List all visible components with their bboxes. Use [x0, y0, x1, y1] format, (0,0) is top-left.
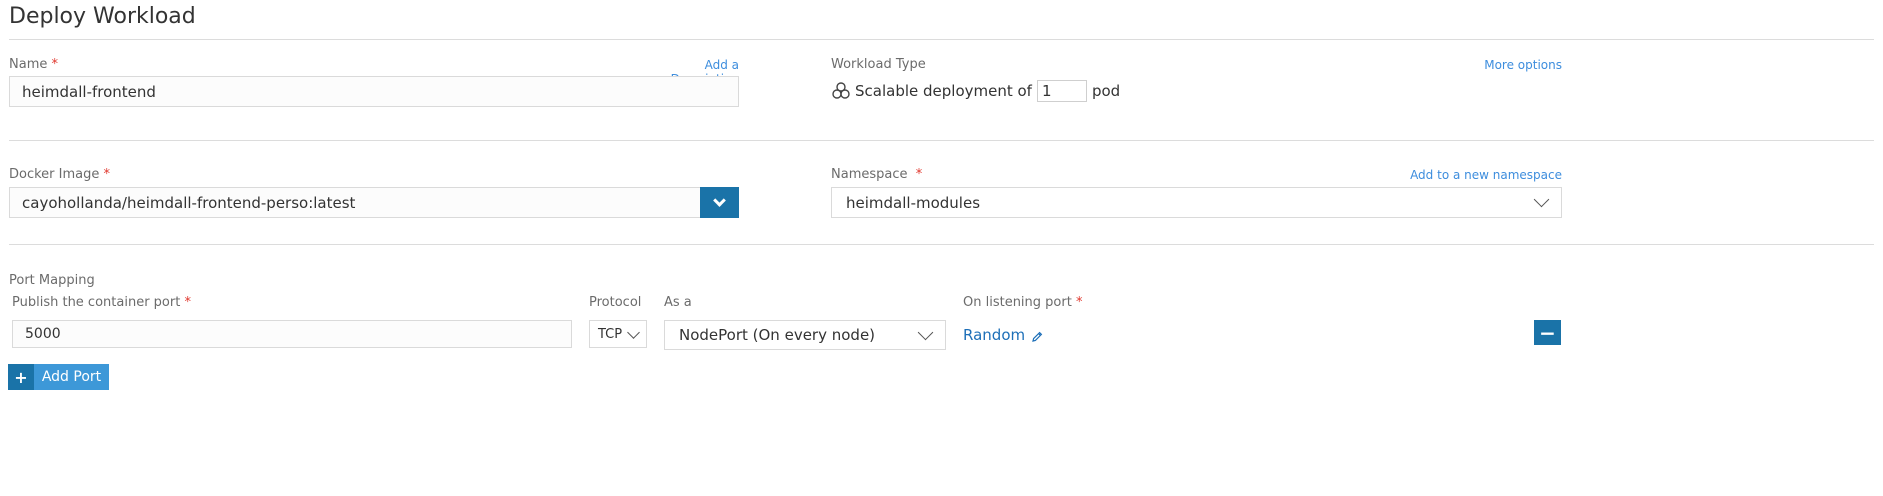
service-type-select[interactable]: NodePort (On every node)	[664, 320, 946, 350]
container-port-label: Publish the container port *	[12, 295, 191, 310]
docker-image-dropdown-button[interactable]	[700, 187, 739, 218]
workload-type-label: Workload Type	[831, 57, 926, 72]
required-mark: *	[51, 57, 59, 72]
add-namespace-link[interactable]: Add to a new namespace	[1400, 168, 1562, 182]
pod-count-input[interactable]: 1	[1036, 80, 1087, 102]
scalable-deployment-text: Scalable deployment of	[855, 82, 1032, 100]
protocol-select[interactable]: TCP	[589, 320, 647, 348]
page-title: Deploy Workload	[9, 4, 196, 29]
listening-port-label: On listening port *	[963, 295, 1083, 310]
add-port-label: Add Port	[41, 369, 102, 385]
listening-port-random[interactable]: Random	[963, 324, 1043, 346]
divider	[9, 244, 1874, 245]
pod-text: pod	[1091, 82, 1121, 100]
deployment-icon	[831, 81, 851, 101]
docker-image-label: Docker Image *	[9, 167, 111, 182]
chevron-down-icon	[917, 324, 934, 340]
port-mapping-label: Port Mapping	[9, 273, 95, 288]
namespace-label: Namespace *	[831, 167, 923, 182]
minus-icon: −	[1539, 320, 1556, 345]
name-label: Name *	[9, 57, 58, 72]
more-options-link[interactable]: More options	[1480, 58, 1562, 72]
remove-port-button[interactable]: −	[1534, 320, 1561, 345]
name-input[interactable]: heimdall-frontend	[9, 76, 739, 107]
container-port-input[interactable]: 5000	[12, 320, 572, 348]
namespace-select[interactable]: heimdall-modules	[831, 187, 1562, 218]
plus-icon: +	[8, 364, 34, 390]
protocol-label: Protocol	[589, 295, 642, 310]
add-port-button[interactable]: + Add Port	[8, 364, 109, 390]
divider	[9, 39, 1874, 40]
chevron-down-icon	[627, 325, 640, 339]
workload-type-row: Scalable deployment of 1 pod	[831, 80, 1120, 102]
required-mark: *	[184, 295, 191, 310]
chevron-down-icon	[713, 194, 726, 207]
required-mark: *	[915, 167, 923, 182]
as-a-label: As a	[664, 295, 692, 310]
docker-image-input[interactable]: cayohollanda/heimdall-frontend-perso:lat…	[9, 187, 701, 218]
required-mark: *	[1075, 295, 1083, 310]
required-mark: *	[103, 167, 111, 182]
chevron-down-icon	[1533, 191, 1550, 208]
pencil-icon[interactable]	[1031, 329, 1043, 342]
divider	[9, 140, 1874, 141]
